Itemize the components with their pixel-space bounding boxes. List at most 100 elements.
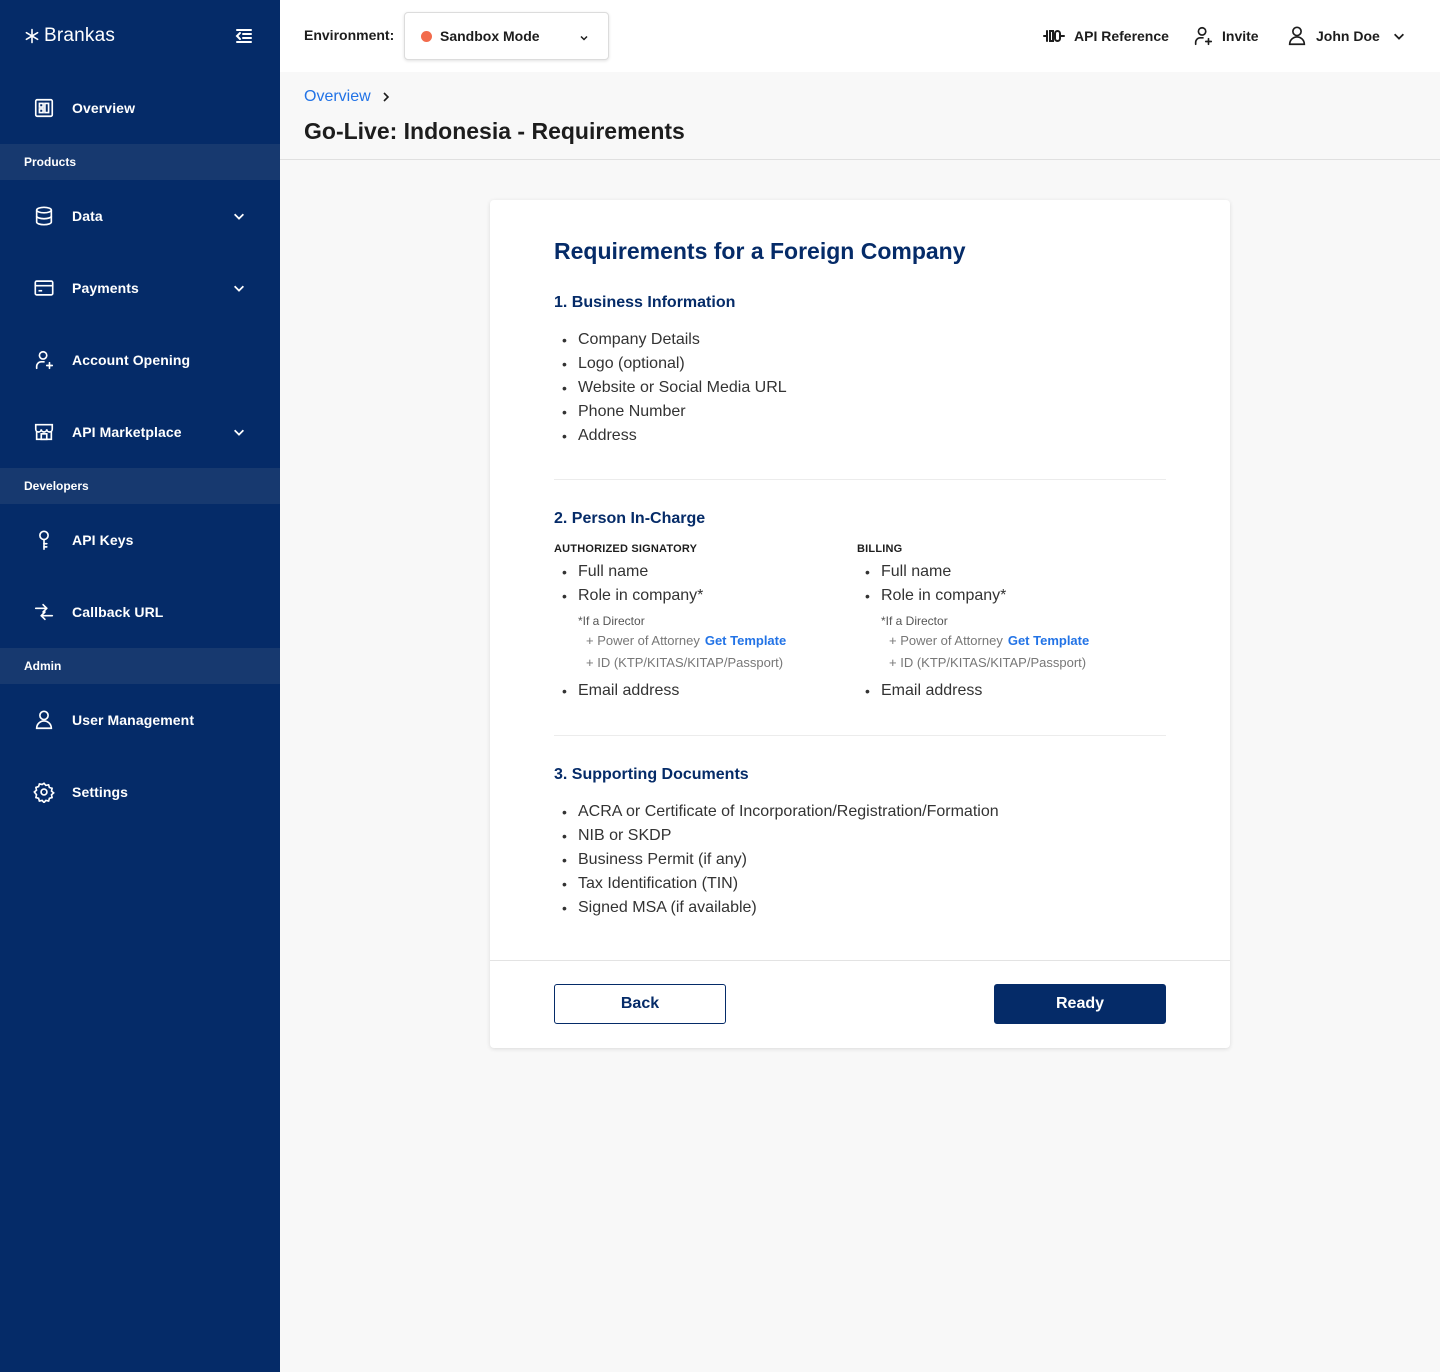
chevron-down-icon: [232, 420, 248, 444]
supporting-documents-title: 3. Supporting Documents: [554, 766, 749, 783]
section-header-admin: Admin: [0, 648, 280, 684]
sidebar-item-account-opening[interactable]: Account Opening: [0, 324, 280, 396]
sidebar-item-label: API Keys: [72, 532, 134, 548]
sidebar-item-callback-url[interactable]: Callback URL: [0, 576, 280, 648]
sidebar-item-label: Callback URL: [72, 604, 164, 620]
page-title: Go-Live: Indonesia - Requirements: [304, 118, 685, 144]
sidebar-item-user-management[interactable]: User Management: [0, 684, 280, 756]
sidebar-item-api-marketplace[interactable]: API Marketplace: [0, 396, 280, 468]
authorized-signatory-heading: AUTHORIZED SIGNATORY: [554, 543, 698, 555]
list-item: Signed MSA (if available): [554, 896, 999, 920]
list-item: Phone Number: [554, 400, 787, 424]
section-header-developers: Developers: [0, 468, 280, 504]
environment-value: Sandbox Mode: [440, 28, 540, 44]
brand-logo[interactable]: Brankas: [24, 24, 115, 48]
list-item: Company Details: [554, 328, 787, 352]
store-icon: [32, 420, 56, 444]
chevron-down-icon: [578, 31, 590, 43]
top-bar: Environment: Sandbox Mode API Reference …: [280, 0, 1440, 72]
power-of-attorney-line: + Power of Attorney Get Template: [554, 630, 854, 652]
card-title: Requirements for a Foreign Company: [554, 238, 966, 264]
power-of-attorney-line: + Power of Attorney Get Template: [857, 630, 1157, 652]
sidebar-item-settings[interactable]: Settings: [0, 756, 280, 828]
chevron-down-icon: [1393, 33, 1404, 40]
page-header: Overview Go-Live: Indonesia - Requiremen…: [280, 72, 1440, 160]
user-icon: [1288, 26, 1306, 46]
billing-heading: BILLING: [857, 543, 903, 555]
invite-label: Invite: [1222, 28, 1259, 44]
get-template-link[interactable]: Get Template: [1008, 633, 1089, 648]
power-of-attorney-label: + Power of Attorney: [586, 633, 700, 648]
chevron-down-icon: [232, 204, 248, 228]
get-template-link[interactable]: Get Template: [705, 633, 786, 648]
sidebar-item-overview[interactable]: Overview: [0, 72, 280, 144]
breadcrumb-overview-link[interactable]: Overview: [304, 88, 371, 106]
environment-select[interactable]: Sandbox Mode: [404, 12, 609, 60]
list-item: Logo (optional): [554, 352, 787, 376]
invite-button[interactable]: Invite: [1192, 24, 1259, 48]
list-item: Address: [554, 424, 787, 448]
environment-label: Environment:: [304, 27, 395, 43]
sidebar-item-label: API Marketplace: [72, 424, 182, 440]
sidebar-item-label: Overview: [72, 100, 136, 116]
chevron-down-icon: [232, 276, 248, 300]
billing-column: BILLING Full name Role in company* *If a…: [857, 543, 1157, 703]
user-add-icon: [1194, 26, 1213, 46]
authorized-signatory-list: Full name Role in company*: [554, 560, 854, 608]
sidebar-item-api-keys[interactable]: API Keys: [0, 504, 280, 576]
list-item: Email address: [857, 679, 1157, 703]
authorized-signatory-email-list: Email address: [554, 679, 854, 703]
ready-button[interactable]: Ready: [994, 984, 1166, 1024]
supporting-documents-list: ACRA or Certificate of Incorporation/Reg…: [554, 800, 999, 920]
sidebar: Brankas Overview Products Data Payments …: [0, 0, 280, 1372]
api-reference-link[interactable]: API Reference: [1042, 24, 1169, 48]
credit-card-icon: [32, 276, 56, 300]
breadcrumb: Overview: [304, 88, 391, 106]
director-note: *If a Director: [578, 614, 645, 628]
list-item: Role in company*: [857, 584, 1157, 608]
collapse-sidebar-button[interactable]: [232, 24, 256, 48]
back-button[interactable]: Back: [554, 984, 726, 1024]
card-footer-divider: [490, 960, 1230, 961]
sidebar-item-data[interactable]: Data: [0, 180, 280, 252]
list-item: Website or Social Media URL: [554, 376, 787, 400]
database-icon: [32, 204, 56, 228]
sidebar-item-label: Settings: [72, 784, 129, 800]
user-menu[interactable]: John Doe: [1286, 24, 1406, 48]
power-of-attorney-label: + Power of Attorney: [889, 633, 1003, 648]
list-item: Full name: [857, 560, 1157, 584]
list-item: Business Permit (if any): [554, 848, 999, 872]
list-item: ACRA or Certificate of Incorporation/Reg…: [554, 800, 999, 824]
sidebar-item-label: Payments: [72, 280, 139, 296]
chevron-right-icon: [383, 92, 389, 102]
gear-icon: [32, 780, 56, 804]
section-header-products: Products: [0, 144, 280, 180]
id-document-line: + ID (KTP/KITAS/KITAP/Passport): [889, 655, 1087, 670]
business-information-list: Company Details Logo (optional) Website …: [554, 328, 787, 448]
sidebar-item-label: User Management: [72, 712, 195, 728]
list-item: Full name: [554, 560, 854, 584]
user-add-icon: [32, 348, 56, 372]
divider: [554, 735, 1166, 736]
api-plug-icon: [1043, 30, 1065, 42]
director-note: *If a Director: [881, 614, 948, 628]
user-icon: [32, 708, 56, 732]
divider: [554, 479, 1166, 480]
list-item: Email address: [554, 679, 854, 703]
list-item: Role in company*: [554, 584, 854, 608]
id-document-line: + ID (KTP/KITAS/KITAP/Passport): [586, 655, 784, 670]
dashboard-icon: [32, 96, 56, 120]
list-item: Tax Identification (TIN): [554, 872, 999, 896]
api-reference-label: API Reference: [1074, 28, 1169, 44]
brand-name: Brankas: [44, 25, 116, 46]
user-name: John Doe: [1316, 28, 1380, 44]
menu-collapse-icon: [235, 29, 252, 43]
billing-email-list: Email address: [857, 679, 1157, 703]
person-in-charge-title: 2. Person In-Charge: [554, 510, 706, 527]
sidebar-item-payments[interactable]: Payments: [0, 252, 280, 324]
key-icon: [32, 528, 56, 552]
sidebar-item-label: Account Opening: [72, 352, 191, 368]
requirements-card: Requirements for a Foreign Company 1. Bu…: [490, 200, 1230, 1048]
sandbox-status-dot: [421, 30, 432, 42]
brankas-logo-icon: [25, 28, 39, 44]
